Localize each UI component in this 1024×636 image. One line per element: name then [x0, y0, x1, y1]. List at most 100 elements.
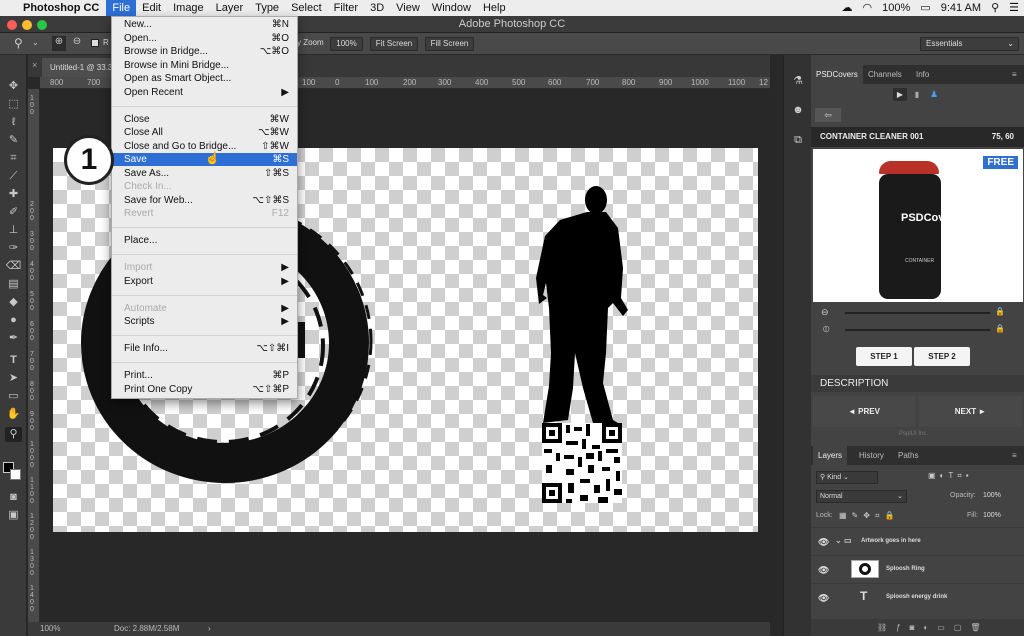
quick-select-tool-icon[interactable]: ✎ — [5, 133, 22, 148]
menu-item-close[interactable]: Close ⌘W — [112, 113, 297, 126]
transform-icon[interactable]: ⧉ — [790, 132, 806, 148]
chevron-down-icon[interactable]: ⌄ — [32, 38, 39, 47]
brush-tool-icon[interactable]: ✐ — [5, 205, 22, 220]
layer-filter-icons[interactable]: ▣◐T⌗▪ — [928, 471, 973, 481]
eyedropper-tool-icon[interactable]: ⟋ — [5, 169, 22, 184]
lock-icon[interactable]: 🔒 — [995, 324, 1005, 333]
eye-icon[interactable]: 👁 — [818, 537, 829, 548]
tab-history[interactable]: History — [854, 446, 889, 465]
menu-view[interactable]: View — [390, 0, 426, 16]
menu-app-name[interactable]: Photoshop CC — [16, 0, 106, 16]
step-1-button[interactable]: STEP 1 — [856, 347, 912, 366]
workspace-select[interactable]: Essentials ⌄ — [920, 37, 1019, 51]
battery-icon[interactable]: ▭ — [915, 0, 935, 16]
move-tool-icon[interactable]: ✥ — [5, 79, 22, 94]
layers-footer-icons[interactable]: ⛓ƒ◙◐▭▢🗑 — [877, 619, 990, 636]
eye-icon[interactable]: 👁 — [818, 565, 829, 576]
vertical-ruler[interactable]: 1 0 0 2 0 0 3 0 0 4 0 0 5 0 0 6 0 0 7 0 … — [28, 89, 40, 622]
menu-item-browse-in-bridge[interactable]: Browse in Bridge... ⌥⌘O — [112, 45, 297, 58]
panel-menu-icon[interactable]: ≡ — [1007, 65, 1022, 84]
fill-screen-button[interactable]: Fill Screen — [425, 37, 474, 51]
menu-item-save-for-web[interactable]: Save for Web... ⌥⇧⌘S — [112, 194, 297, 207]
lock-icon[interactable]: 🔒 — [995, 307, 1005, 316]
menu-select[interactable]: Select — [285, 0, 328, 16]
close-window-icon[interactable] — [7, 20, 17, 30]
hand-tool-icon[interactable]: ✋ — [5, 407, 22, 422]
type-tool-icon[interactable]: T — [5, 353, 22, 368]
dodge-tool-icon[interactable]: ● — [5, 313, 22, 328]
menu-help[interactable]: Help — [477, 0, 512, 16]
back-arrow-icon[interactable]: ⇦ — [815, 108, 841, 122]
plugin-icon[interactable]: ☻ — [790, 102, 806, 118]
menu-file[interactable]: File — [106, 0, 137, 16]
menu-window[interactable]: Window — [426, 0, 477, 16]
wifi-icon[interactable]: ◠ — [858, 0, 878, 16]
document-tab[interactable]: Untitled-1 @ 33.3 — [42, 58, 121, 77]
history-brush-tool-icon[interactable]: ✑ — [5, 241, 22, 256]
rectangle-tool-icon[interactable]: ▭ — [5, 389, 22, 404]
zoom-in-icon[interactable]: ⊕ — [52, 36, 66, 51]
menu-item-print[interactable]: Print... ⌘P — [112, 369, 297, 382]
menu-item-new[interactable]: New... ⌘N — [112, 18, 297, 31]
prev-button[interactable]: ◄ PREV — [813, 396, 915, 427]
tab-layers[interactable]: Layers — [813, 446, 848, 465]
blur-tool-icon[interactable]: ◆ — [5, 295, 22, 310]
marquee-tool-icon[interactable]: ⬚ — [5, 97, 22, 112]
close-tab-icon[interactable]: × — [32, 60, 37, 70]
clock[interactable]: 9:41 AM — [936, 0, 986, 16]
eraser-tool-icon[interactable]: ⌫ — [5, 259, 22, 274]
spotlight-icon[interactable]: ⚲ — [986, 0, 1004, 16]
minimize-window-icon[interactable] — [22, 20, 32, 30]
eye-icon[interactable]: 👁 — [818, 593, 829, 604]
status-zoom[interactable]: 100% — [40, 622, 60, 636]
menu-item-print-one-copy[interactable]: Print One Copy ⌥⇧⌘P — [112, 383, 297, 396]
screen-mode-icon[interactable]: ▣ — [5, 508, 22, 523]
layer-row-group[interactable]: 👁 ⌄ ▭ Artwork goes in here — [811, 527, 1024, 555]
rotate-x-slider[interactable] — [845, 312, 990, 314]
menu-item-browse-mini-bridge[interactable]: Browse in Mini Bridge... — [112, 59, 297, 72]
menu-item-place[interactable]: Place... — [112, 234, 297, 247]
clone-stamp-tool-icon[interactable]: ⊥ — [5, 223, 22, 238]
lasso-tool-icon[interactable]: ℓ — [5, 115, 22, 130]
menu-item-scripts[interactable]: Scripts ▶ — [112, 315, 297, 328]
menu-item-save[interactable]: Save ☝ ⌘S — [112, 152, 297, 166]
menu-filter[interactable]: Filter — [328, 0, 364, 16]
bookmark-icon[interactable]: ▮ — [910, 88, 924, 101]
menu-item-file-info[interactable]: File Info... ⌥⇧⌘I — [112, 342, 297, 355]
resize-windows-checkbox[interactable] — [91, 39, 99, 47]
path-selection-tool-icon[interactable]: ➤ — [5, 371, 22, 386]
play-icon[interactable]: ▶ — [893, 88, 907, 101]
tab-psdcovers[interactable]: PSDCovers — [811, 65, 863, 84]
quick-mask-icon[interactable]: ◙ — [5, 490, 22, 505]
zoom-tool-preset-icon[interactable]: ⚲ — [14, 36, 23, 50]
user-icon[interactable]: ♟ — [927, 88, 941, 101]
menu-item-export[interactable]: Export ▶ — [112, 275, 297, 288]
menu-edit[interactable]: Edit — [136, 0, 167, 16]
menu-item-close-all[interactable]: Close All ⌥⌘W — [112, 126, 297, 139]
chevron-right-icon[interactable]: › — [208, 622, 211, 636]
zoom-window-icon[interactable] — [37, 20, 47, 30]
zoom-100-button[interactable]: 100% — [330, 37, 363, 51]
background-color-swatch[interactable] — [10, 469, 21, 480]
zoom-tool-icon[interactable]: ⚲ — [5, 427, 22, 442]
menu-item-open[interactable]: Open... ⌘O — [112, 32, 297, 45]
panel-menu-icon[interactable]: ≡ — [1007, 446, 1022, 465]
rotate-y-slider[interactable] — [845, 329, 990, 331]
creative-cloud-icon[interactable]: ☁ — [837, 0, 858, 16]
lock-options-icons[interactable]: ▦✎✥⌗🔒 — [839, 511, 899, 521]
menu-3d[interactable]: 3D — [364, 0, 390, 16]
tab-info[interactable]: Info — [911, 65, 934, 84]
menu-type[interactable]: Type — [249, 0, 285, 16]
layer-row-sploosh-ring[interactable]: 👁 Sploosh Ring — [811, 555, 1024, 583]
menu-item-open-recent[interactable]: Open Recent ▶ — [112, 86, 297, 99]
layer-filter-select[interactable]: ⚲ Kind ⌄ — [816, 471, 878, 484]
gradient-tool-icon[interactable]: ▤ — [5, 277, 22, 292]
properties-icon[interactable]: ⚗ — [790, 73, 806, 89]
zoom-out-icon[interactable]: ⊖ — [70, 36, 84, 51]
product-preview[interactable]: FREE PSDCov CONTAINER — [813, 149, 1023, 302]
opacity-value[interactable]: 100% — [983, 492, 1001, 499]
crop-tool-icon[interactable]: ⌗ — [5, 151, 22, 166]
healing-brush-tool-icon[interactable]: ✚ — [5, 187, 22, 202]
layer-row-type[interactable]: 👁 T Sploosh energy drink — [811, 583, 1024, 611]
menu-item-open-smart-object[interactable]: Open as Smart Object... — [112, 72, 297, 85]
